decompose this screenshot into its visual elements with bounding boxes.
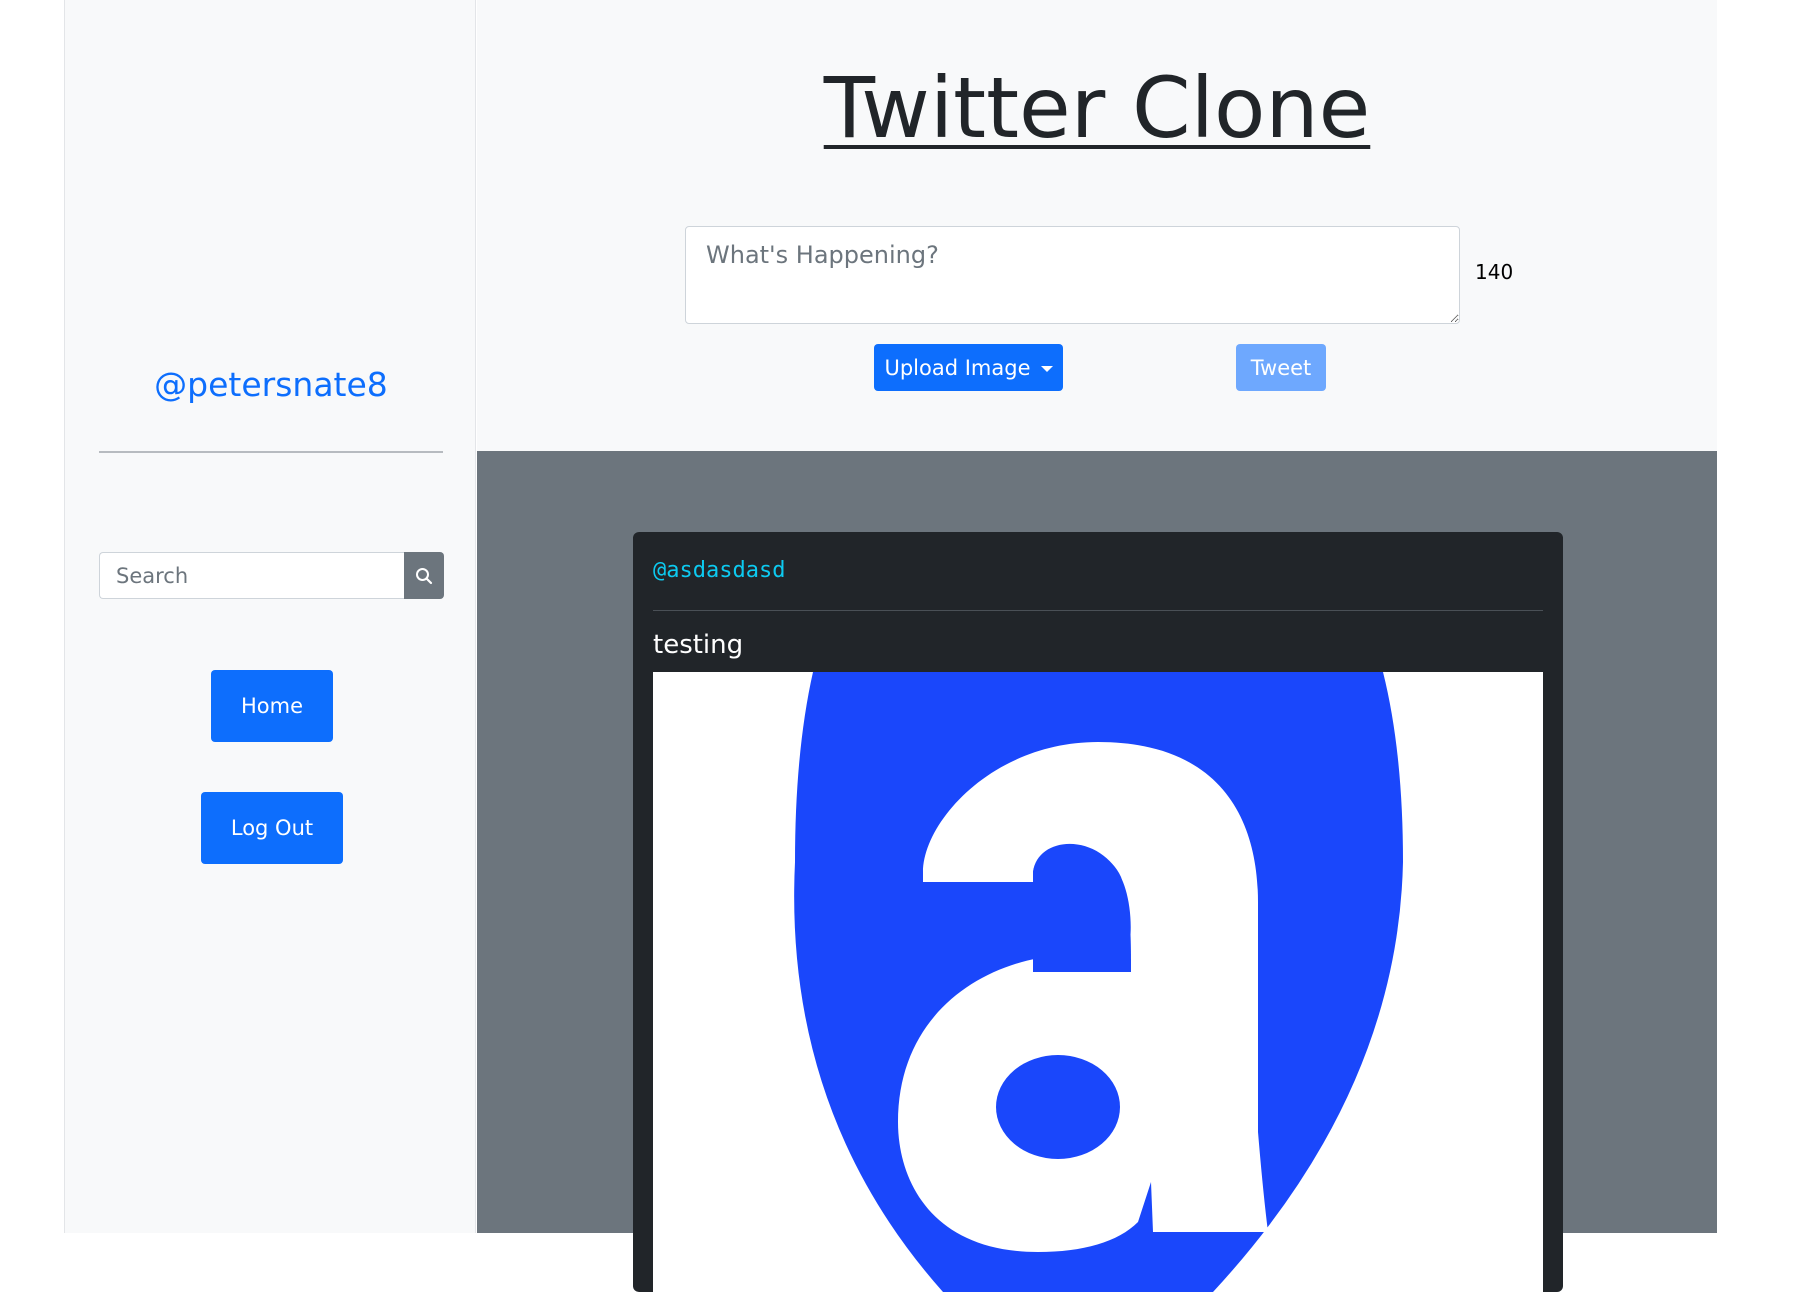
search-icon [416,567,433,584]
tweet-card: @asdasdasd testing [633,532,1563,1292]
sidebar: @petersnate8 Home Log Out [64,0,476,1233]
char-counter: 140 [1475,260,1514,284]
compose-header: Twitter Clone 140 Upload Image Tweet [477,0,1717,451]
sidebar-divider [99,451,443,453]
page: @petersnate8 Home Log Out Twitter Clone … [0,0,1796,1292]
home-button[interactable]: Home [211,670,333,742]
tweet-compose-input[interactable] [685,226,1460,324]
search-input[interactable] [99,552,404,599]
upload-image-dropdown[interactable]: Upload Image [874,344,1063,391]
tweet-text: testing [653,630,744,660]
search-group [99,552,444,599]
search-button[interactable] [404,552,444,599]
tweet-feed: @asdasdasd testing [477,451,1717,1292]
current-username[interactable]: @petersnate8 [65,365,477,404]
tweet-image [653,672,1543,1292]
tweet-divider [653,610,1543,611]
upload-image-label: Upload Image [884,355,1031,380]
letter-a-logo-image [794,672,1403,1292]
tweet-author[interactable]: @asdasdasd [653,558,785,583]
logout-button[interactable]: Log Out [201,792,343,864]
caret-down-icon [1040,365,1053,372]
tweet-button[interactable]: Tweet [1236,344,1326,391]
page-title: Twitter Clone [823,59,1371,157]
